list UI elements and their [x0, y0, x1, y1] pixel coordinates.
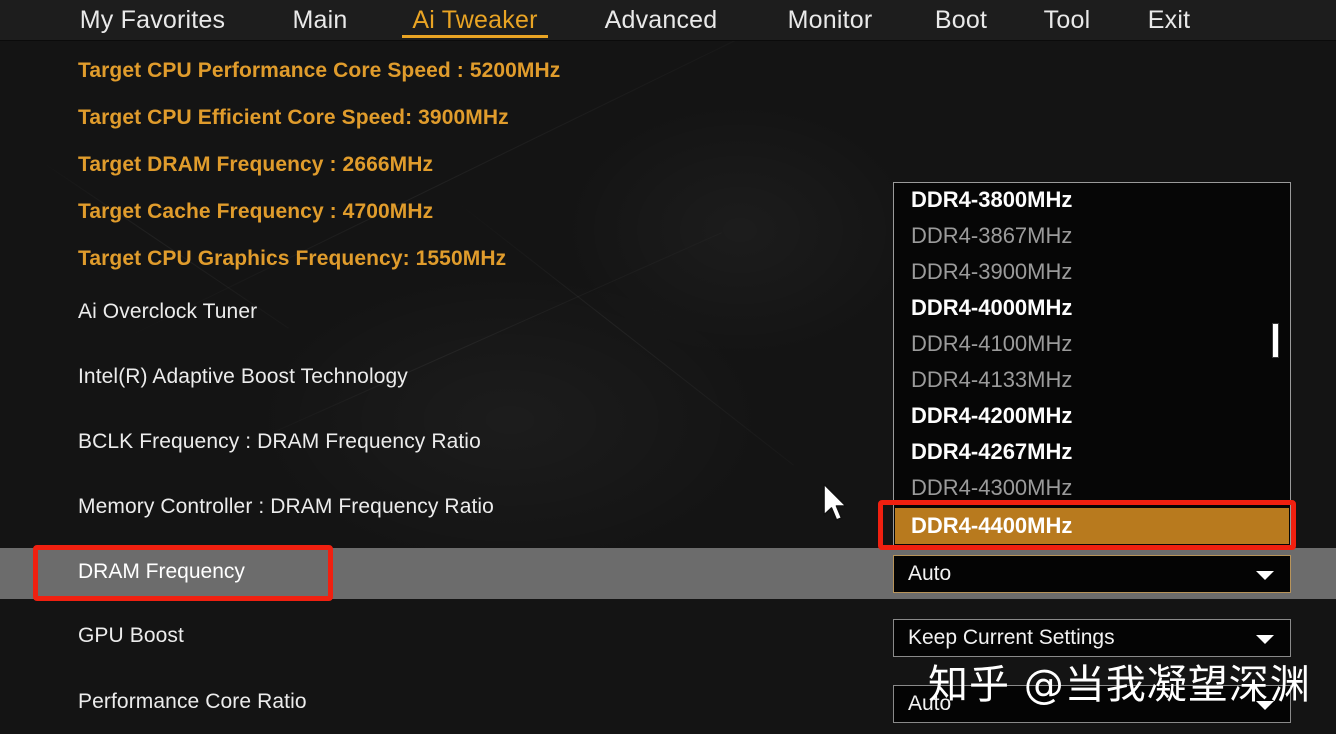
dropdown-scrollbar-track[interactable]	[1270, 184, 1280, 547]
nav-tab-tool[interactable]: Tool	[1033, 0, 1101, 40]
target-readout-3: Target Cache Frequency : 4700MHz	[78, 200, 434, 223]
setting-label-intel-r-adaptive-boost-technology[interactable]: Intel(R) Adaptive Boost Technology	[78, 365, 408, 389]
dram-frequency-value: Auto	[908, 562, 952, 585]
chevron-down-icon[interactable]	[1256, 635, 1274, 644]
target-readout-0: Target CPU Performance Core Speed : 5200…	[78, 59, 561, 82]
bios-screen: My Favorites Main Ai Tweaker Advanced Monito…	[0, 0, 1336, 734]
chevron-down-icon[interactable]	[1256, 571, 1274, 580]
nav-tab-ai-tweaker[interactable]: Ai Tweaker	[402, 0, 548, 40]
setting-label-performance-core-ratio[interactable]: Performance Core Ratio	[78, 690, 307, 714]
dropdown-option-ddr4-4267mhz[interactable]: DDR4-4267MHz	[911, 437, 1072, 467]
performance-core-ratio-value: Auto	[908, 692, 952, 715]
nav-tab-main[interactable]: Main	[272, 0, 368, 40]
dropdown-option-ddr4-4200mhz[interactable]: DDR4-4200MHz	[911, 401, 1072, 431]
setting-label-dram-frequency[interactable]: DRAM Frequency	[78, 560, 245, 584]
dropdown-option-ddr4-4100mhz[interactable]: DDR4-4100MHz	[911, 329, 1072, 359]
nav-tab-my-favorites[interactable]: My Favorites	[65, 0, 240, 40]
performance-core-ratio-combo[interactable]: Auto	[893, 685, 1291, 723]
gpu-boost-combo[interactable]: Keep Current Settings	[893, 619, 1291, 657]
nav-tab-boot[interactable]: Boot	[925, 0, 997, 40]
dram-frequency-dropdown-list[interactable]: DDR4-3800MHz DDR4-3867MHz DDR4-3900MHz DDR4…	[893, 182, 1291, 548]
dropdown-option-ddr4-4300mhz[interactable]: DDR4-4300MHz	[911, 473, 1072, 503]
nav-tab-advanced[interactable]: Advanced	[588, 0, 734, 40]
dropdown-option-ddr4-4133mhz[interactable]: DDR4-4133MHz	[911, 365, 1072, 395]
target-readout-1: Target CPU Efficient Core Speed: 3900MHz	[78, 106, 509, 129]
nav-tab-monitor[interactable]: Monitor	[770, 0, 890, 40]
target-readout-4: Target CPU Graphics Frequency: 1550MHz	[78, 247, 507, 270]
dropdown-option-ddr4-3900mhz[interactable]: DDR4-3900MHz	[911, 257, 1072, 287]
target-readout-2: Target DRAM Frequency : 2666MHz	[78, 153, 434, 176]
dropdown-option-ddr4-3867mhz[interactable]: DDR4-3867MHz	[911, 221, 1072, 251]
nav-tab-exit[interactable]: Exit	[1138, 0, 1200, 40]
setting-label-gpu-boost[interactable]: GPU Boost	[78, 624, 184, 648]
dropdown-scrollbar-thumb[interactable]	[1272, 323, 1279, 358]
dram-frequency-combo[interactable]: Auto	[893, 555, 1291, 593]
dropdown-option-ddr4-3800mhz[interactable]: DDR4-3800MHz	[911, 185, 1072, 215]
setting-label-bclk-frequency-dram-frequency-ratio[interactable]: BCLK Frequency : DRAM Frequency Ratio	[78, 430, 481, 454]
setting-label-memory-controller-dram-frequency-ratio[interactable]: Memory Controller : DRAM Frequency Ratio	[78, 495, 494, 519]
main-navbar: My Favorites Main Ai Tweaker Advanced Monito…	[0, 0, 1336, 41]
chevron-down-icon[interactable]	[1256, 701, 1274, 710]
setting-label-ai-overclock-tuner[interactable]: Ai Overclock Tuner	[78, 300, 257, 324]
active-tab-underline	[402, 35, 548, 38]
dropdown-option-ddr4-4000mhz[interactable]: DDR4-4000MHz	[911, 293, 1072, 323]
dropdown-option-ddr4-4400mhz[interactable]: DDR4-4400MHz	[895, 508, 1289, 544]
gpu-boost-value: Keep Current Settings	[908, 626, 1115, 649]
